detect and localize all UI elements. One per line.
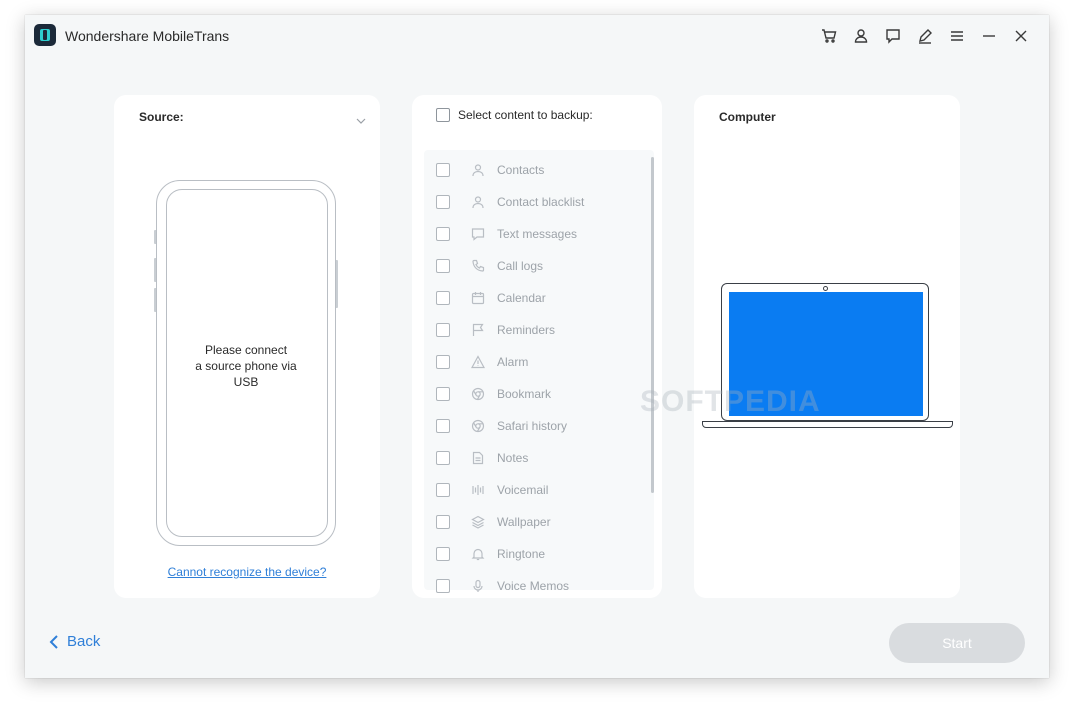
- list-item-notes[interactable]: Notes: [436, 448, 528, 468]
- list-item-wallpaper[interactable]: Wallpaper: [436, 512, 551, 532]
- person-icon: [469, 161, 487, 179]
- list-item-call-logs[interactable]: Call logs: [436, 256, 543, 276]
- item-label: Calendar: [497, 291, 546, 305]
- chrome-icon: [469, 417, 487, 435]
- laptop-base: [702, 421, 953, 428]
- chevron-left-icon: [49, 634, 58, 649]
- item-checkbox[interactable]: [436, 419, 450, 433]
- app-logo-icon: [34, 24, 56, 46]
- content-panel: Select content to backup: Contacts Conta…: [412, 95, 662, 598]
- item-checkbox[interactable]: [436, 579, 450, 593]
- item-checkbox[interactable]: [436, 547, 450, 561]
- item-label: Alarm: [497, 355, 529, 369]
- destination-heading: Computer: [719, 110, 776, 124]
- item-checkbox[interactable]: [436, 483, 450, 497]
- user-icon[interactable]: [851, 26, 871, 46]
- item-label: Wallpaper: [497, 515, 551, 529]
- content-scrollbar[interactable]: [651, 157, 654, 493]
- layers-icon: [469, 513, 487, 531]
- list-item-reminders[interactable]: Reminders: [436, 320, 555, 340]
- app-title: Wondershare MobileTrans: [65, 28, 230, 44]
- item-label: Text messages: [497, 227, 578, 241]
- back-button[interactable]: Back: [49, 633, 100, 650]
- item-checkbox[interactable]: [436, 259, 450, 273]
- item-label: Call logs: [497, 259, 544, 273]
- item-label: Reminders: [497, 323, 556, 337]
- list-item-text-messages[interactable]: Text messages: [436, 224, 577, 244]
- item-checkbox[interactable]: [436, 451, 450, 465]
- content-list: Contacts Contact blacklist Text messages…: [424, 150, 654, 593]
- phone-illustration: Please connect a source phone via USB: [154, 180, 338, 546]
- select-all-checkbox[interactable]: [436, 108, 450, 122]
- minimize-icon[interactable]: [979, 26, 999, 46]
- item-label: Notes: [497, 451, 529, 465]
- warning-icon: [469, 353, 487, 371]
- list-item-alarm[interactable]: Alarm: [436, 352, 528, 372]
- bell-icon: [469, 545, 487, 563]
- title-bar: Wondershare MobileTrans: [25, 15, 1049, 57]
- source-panel: Source: Please connect a source phone vi…: [114, 95, 380, 598]
- item-label: Bookmark: [497, 387, 552, 401]
- calendar-icon: [469, 289, 487, 307]
- connect-message-line: Please connect: [204, 343, 288, 357]
- connect-message-line: USB: [233, 375, 259, 389]
- edit-icon[interactable]: [915, 26, 935, 46]
- item-label: Voice Memos: [497, 579, 570, 593]
- app-window: Wondershare MobileTrans Source: Please c…: [25, 15, 1049, 678]
- start-button[interactable]: Start: [889, 623, 1025, 663]
- select-all-row[interactable]: Select content to backup:: [436, 108, 593, 122]
- list-item-safari-history[interactable]: Safari history: [436, 416, 567, 436]
- select-all-label: Select content to backup:: [458, 108, 593, 122]
- list-item-ringtone[interactable]: Ringtone: [436, 544, 545, 564]
- watermark: SOFTPEDIA: [640, 385, 821, 418]
- list-item-voicemail[interactable]: Voicemail: [436, 480, 548, 500]
- laptop-camera: [823, 286, 828, 291]
- chevron-down-icon[interactable]: [356, 112, 366, 124]
- list-item-contacts[interactable]: Contacts: [436, 160, 544, 180]
- phone-icon: [469, 257, 487, 275]
- menu-icon[interactable]: [947, 26, 967, 46]
- message-icon: [469, 225, 487, 243]
- item-checkbox[interactable]: [436, 323, 450, 337]
- list-item-calendar[interactable]: Calendar: [436, 288, 546, 308]
- connect-message-line: a source phone via: [195, 359, 297, 373]
- connect-message: Please connect a source phone via USB: [156, 342, 336, 390]
- item-label: Contacts: [497, 163, 545, 177]
- item-label: Ringtone: [497, 547, 546, 561]
- list-item-voice-memos[interactable]: Voice Memos: [436, 576, 569, 596]
- list-item-contact-blacklist[interactable]: Contact blacklist: [436, 192, 584, 212]
- flag-icon: [469, 321, 487, 339]
- item-label: Safari history: [497, 419, 568, 433]
- list-item-bookmark[interactable]: Bookmark: [436, 384, 551, 404]
- source-heading: Source:: [139, 110, 184, 124]
- feedback-icon[interactable]: [883, 26, 903, 46]
- back-label: Back: [67, 633, 101, 650]
- title-bar-actions: [819, 26, 1031, 46]
- item-checkbox[interactable]: [436, 355, 450, 369]
- person-icon: [469, 193, 487, 211]
- note-icon: [469, 449, 487, 467]
- item-checkbox[interactable]: [436, 387, 450, 401]
- chrome-icon: [469, 385, 487, 403]
- item-checkbox[interactable]: [436, 195, 450, 209]
- computer-panel: Computer: [694, 95, 960, 598]
- item-checkbox[interactable]: [436, 291, 450, 305]
- item-checkbox[interactable]: [436, 515, 450, 529]
- cannot-recognize-link[interactable]: Cannot recognize the device?: [114, 565, 380, 579]
- item-label: Contact blacklist: [497, 195, 585, 209]
- item-checkbox[interactable]: [436, 227, 450, 241]
- close-icon[interactable]: [1011, 26, 1031, 46]
- cart-icon[interactable]: [819, 26, 839, 46]
- voicemail-icon: [469, 481, 487, 499]
- mic-icon: [469, 577, 487, 595]
- item-label: Voicemail: [497, 483, 549, 497]
- item-checkbox[interactable]: [436, 163, 450, 177]
